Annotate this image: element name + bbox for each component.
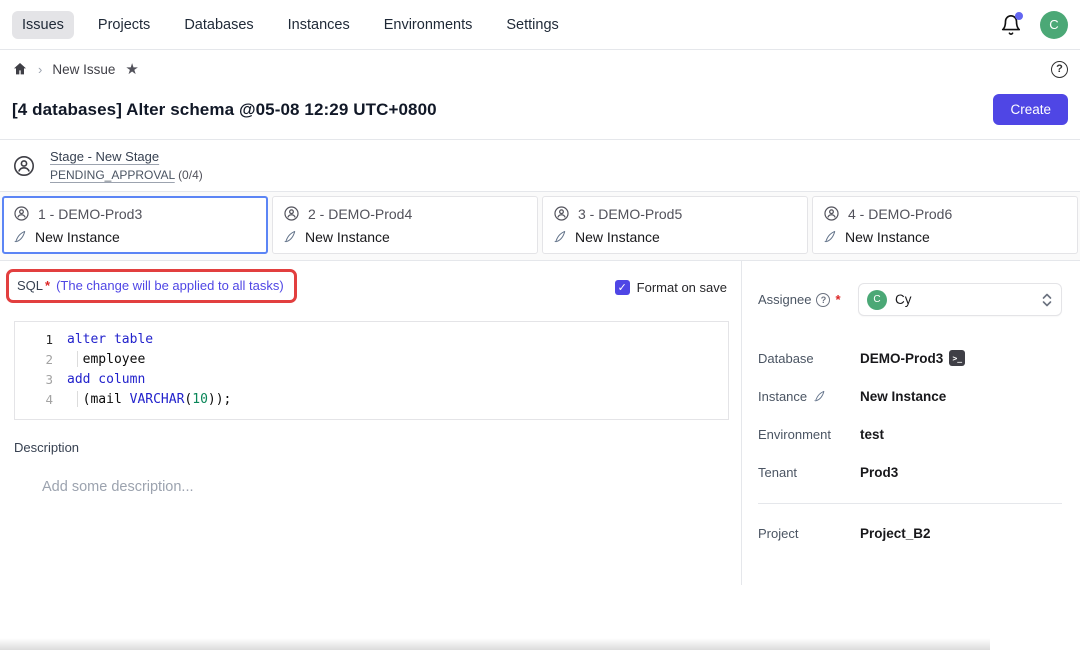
task-card-1[interactable]: 1 - DEMO-Prod3 New Instance xyxy=(2,196,268,254)
code-line: 1alter table xyxy=(15,329,728,349)
user-circle-icon xyxy=(553,205,570,222)
code-line: 2 employee xyxy=(15,349,728,369)
sql-editor[interactable]: 1alter table 2 employee 3add column 4 (m… xyxy=(14,321,729,420)
sidebar-divider xyxy=(758,503,1062,504)
task-instance: New Instance xyxy=(305,229,390,245)
sql-hint: (The change will be applied to all tasks… xyxy=(56,278,284,293)
user-circle-icon xyxy=(12,154,36,178)
assignee-required-mark: * xyxy=(835,292,840,307)
code-line: 3add column xyxy=(15,369,728,389)
db-engine-icon xyxy=(13,230,27,244)
sql-required-mark: * xyxy=(45,278,50,293)
nav-item-environments[interactable]: Environments xyxy=(374,11,483,39)
field-row-environment: Environment test xyxy=(758,427,1062,442)
format-on-save-label[interactable]: Format on save xyxy=(637,280,727,295)
description-label: Description xyxy=(14,440,727,455)
line-number: 1 xyxy=(15,332,67,347)
field-row-instance: Instance New Instance xyxy=(758,389,1062,404)
home-icon[interactable] xyxy=(12,61,28,77)
user-avatar[interactable]: C xyxy=(1040,11,1068,39)
notification-bell-icon[interactable] xyxy=(1000,14,1022,36)
sql-label: SQL xyxy=(17,278,43,293)
breadcrumb-current: New Issue xyxy=(52,62,115,77)
db-engine-icon xyxy=(283,230,297,244)
environment-value: test xyxy=(860,427,884,442)
task-card-2[interactable]: 2 - DEMO-Prod4 New Instance xyxy=(272,196,538,254)
task-instance: New Instance xyxy=(845,229,930,245)
line-number: 3 xyxy=(15,372,67,387)
star-icon[interactable]: ★ xyxy=(125,62,138,77)
chevron-right-icon: › xyxy=(38,62,42,77)
nav-list: Issues Projects Databases Instances Envi… xyxy=(12,11,569,39)
tenant-value: Prod3 xyxy=(860,465,898,480)
task-name: 1 - DEMO-Prod3 xyxy=(38,206,142,222)
database-value: DEMO-Prod3 xyxy=(860,351,943,366)
nav-item-projects[interactable]: Projects xyxy=(88,11,160,39)
assignee-label: Assignee xyxy=(758,292,811,307)
user-circle-icon xyxy=(283,205,300,222)
task-name: 3 - DEMO-Prod5 xyxy=(578,206,682,222)
issue-sidebar: Assignee ? * C Cy Database DEMO-Prod3 > xyxy=(742,261,1080,585)
stage-name-link[interactable]: Stage - New Stage xyxy=(50,149,203,164)
field-row-database: Database DEMO-Prod3 >_ xyxy=(758,350,1062,366)
line-number: 2 xyxy=(15,352,67,367)
field-row-tenant: Tenant Prod3 xyxy=(758,465,1062,480)
nav-item-instances[interactable]: Instances xyxy=(278,11,360,39)
assignee-value: Cy xyxy=(895,292,1033,307)
top-nav: Issues Projects Databases Instances Envi… xyxy=(0,0,1080,50)
user-circle-icon xyxy=(13,205,30,222)
sql-editor-console-icon[interactable]: >_ xyxy=(949,350,965,366)
format-on-save-checkbox[interactable]: ✓ xyxy=(615,280,630,295)
field-row-project: Project Project_B2 xyxy=(758,526,1062,541)
task-name: 2 - DEMO-Prod4 xyxy=(308,206,412,222)
assignee-avatar: C xyxy=(867,290,887,310)
page-title: [4 databases] Alter schema @05-08 12:29 … xyxy=(12,100,437,120)
line-number: 4 xyxy=(15,392,67,407)
code-line: 4 (mail VARCHAR(10)); xyxy=(15,389,728,409)
db-engine-icon xyxy=(823,230,837,244)
project-value: Project_B2 xyxy=(860,526,931,541)
nav-item-issues[interactable]: Issues xyxy=(12,11,74,39)
stage-status-link[interactable]: PENDING_APPROVAL xyxy=(50,168,175,182)
sql-label-annotation-box: SQL* (The change will be applied to all … xyxy=(6,269,297,303)
task-name: 4 - DEMO-Prod6 xyxy=(848,206,952,222)
task-card-4[interactable]: 4 - DEMO-Prod6 New Instance xyxy=(812,196,1078,254)
db-engine-icon xyxy=(553,230,567,244)
nav-item-databases[interactable]: Databases xyxy=(174,11,263,39)
user-circle-icon xyxy=(823,205,840,222)
create-button[interactable]: Create xyxy=(993,94,1068,125)
bottom-panel-shadow xyxy=(0,638,990,650)
task-instance: New Instance xyxy=(575,229,660,245)
nav-item-settings[interactable]: Settings xyxy=(496,11,568,39)
help-icon[interactable]: ? xyxy=(1051,61,1068,78)
stage-block: Stage - New Stage PENDING_APPROVAL (0/4) xyxy=(0,139,1080,192)
task-instance: New Instance xyxy=(35,229,120,245)
task-card-band: 1 - DEMO-Prod3 New Instance 2 - DEMO-Pro… xyxy=(0,192,1080,261)
db-engine-icon xyxy=(813,390,826,403)
instance-value: New Instance xyxy=(860,389,946,404)
title-row: [4 databases] Alter schema @05-08 12:29 … xyxy=(0,88,1080,139)
assignee-help-icon[interactable]: ? xyxy=(816,293,830,307)
stage-progress: (0/4) xyxy=(178,168,203,182)
task-detail-panel: SQL* (The change will be applied to all … xyxy=(0,261,742,585)
select-chevrons-icon xyxy=(1041,293,1053,307)
breadcrumb: › New Issue ★ ? xyxy=(0,50,1080,88)
assignee-select[interactable]: C Cy xyxy=(858,283,1062,316)
notification-dot xyxy=(1015,12,1023,20)
task-card-3[interactable]: 3 - DEMO-Prod5 New Instance xyxy=(542,196,808,254)
description-input[interactable]: Add some description... xyxy=(42,479,727,495)
